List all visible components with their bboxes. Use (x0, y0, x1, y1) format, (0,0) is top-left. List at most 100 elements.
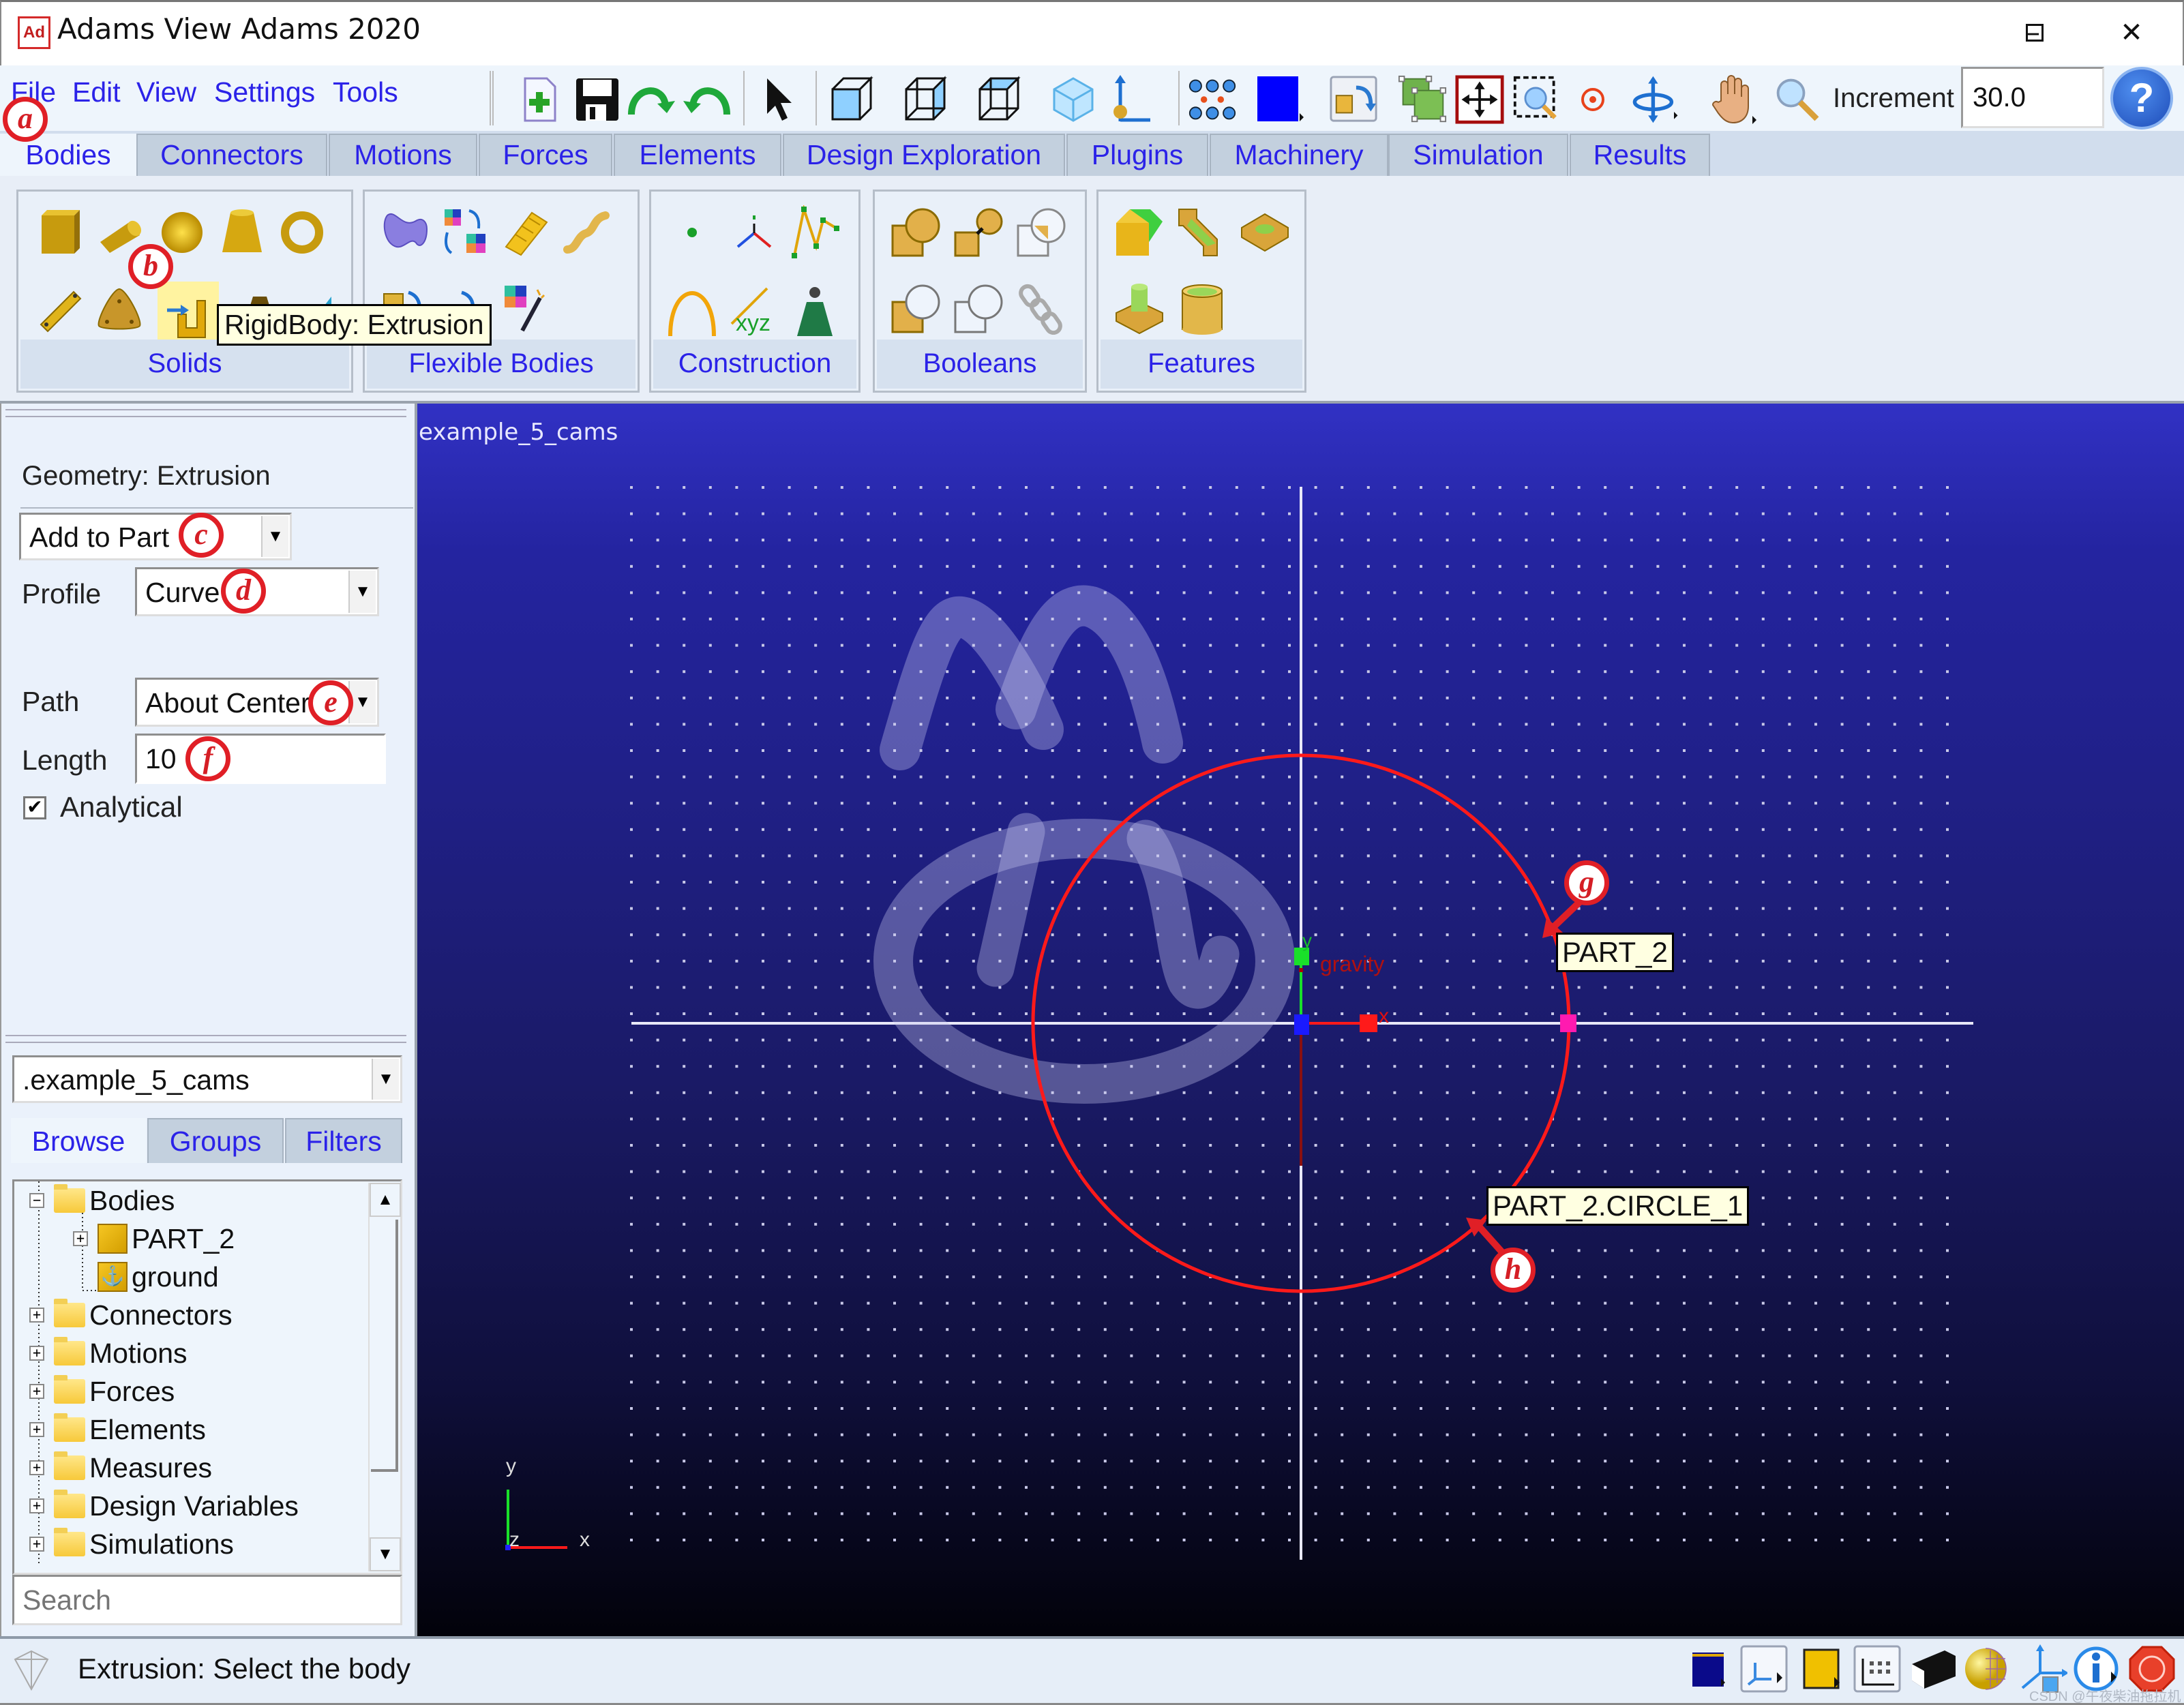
grid-icon[interactable] (1188, 75, 1237, 124)
pan-icon[interactable] (1710, 75, 1759, 124)
marker-icon[interactable] (728, 205, 782, 260)
tab-plugins[interactable]: Plugins (1066, 134, 1208, 176)
redo-icon[interactable] (682, 75, 731, 124)
rotate-icon[interactable] (1631, 75, 1680, 124)
tree-item-ground[interactable]: ⚓ ground (98, 1258, 219, 1296)
flex-beam-icon[interactable] (560, 205, 614, 260)
expand-icon[interactable]: + (29, 1460, 44, 1475)
search-input[interactable] (12, 1575, 402, 1625)
tree-item-measures[interactable]: + Measures (29, 1449, 212, 1487)
scroll-up-icon[interactable]: ▲ (370, 1183, 401, 1217)
iso-view-icon[interactable] (1049, 75, 1098, 124)
right-view-icon[interactable] (903, 75, 952, 124)
chevron-down-icon[interactable]: ▼ (372, 1059, 399, 1100)
zoom-icon[interactable] (1773, 75, 1822, 124)
tree-item-bodies[interactable]: − Bodies (29, 1181, 175, 1220)
analytical-checkbox[interactable]: ✔ (23, 796, 46, 819)
toggle-icons-icon[interactable] (1330, 75, 1379, 124)
new-model-icon[interactable] (515, 75, 565, 124)
merge-icon[interactable] (951, 205, 1006, 260)
shading-icon[interactable] (1961, 1644, 2010, 1693)
render-mode-icon[interactable] (1256, 75, 1305, 124)
object-color-icon[interactable] (1797, 1644, 1846, 1693)
viewport[interactable] (417, 404, 2184, 1636)
help-button[interactable]: ? (2110, 67, 2173, 130)
tree-item-motions[interactable]: + Motions (29, 1334, 188, 1372)
minimize-hit[interactable] (1986, 7, 2081, 59)
tab-elements[interactable]: Elements (614, 134, 781, 176)
expand-icon[interactable]: + (29, 1308, 44, 1323)
save-icon[interactable] (573, 75, 622, 124)
coordinate-system-icon[interactable] (1107, 75, 1156, 124)
tab-simulation[interactable]: Simulation (1388, 134, 1568, 176)
torus-icon[interactable] (275, 205, 329, 260)
link-icon[interactable] (32, 282, 87, 336)
tree-item-design-variables[interactable]: + Design Variables (29, 1487, 299, 1525)
top-view-icon[interactable] (976, 75, 1026, 124)
tree-item-forces[interactable]: + Forces (29, 1372, 175, 1410)
frustum-icon[interactable] (215, 205, 269, 260)
tab-groups[interactable]: Groups (147, 1118, 284, 1163)
expand-icon[interactable]: + (29, 1537, 44, 1552)
hollow-icon[interactable] (1175, 282, 1229, 336)
tree-item-elements[interactable]: + Elements (29, 1410, 206, 1449)
coordinate-window-icon[interactable] (1740, 1644, 1789, 1693)
fillet-icon[interactable] (1175, 205, 1229, 260)
tab-motions[interactable]: Motions (329, 134, 477, 176)
chain-link-icon[interactable] (1014, 282, 1068, 336)
box-icon[interactable] (32, 205, 87, 260)
menu-tools[interactable]: Tools (333, 76, 398, 108)
tree-scrollbar[interactable]: ▲ ▼ (368, 1183, 401, 1571)
tab-machinery[interactable]: Machinery (1210, 134, 1388, 176)
fit-all-icon[interactable] (1455, 75, 1504, 124)
length-input[interactable] (135, 734, 386, 784)
collapse-icon[interactable]: − (29, 1193, 44, 1208)
background-color-icon[interactable] (1684, 1644, 1733, 1693)
close-button[interactable]: ✕ (2084, 7, 2179, 59)
expand-icon[interactable]: + (29, 1422, 44, 1437)
menu-view[interactable]: View (136, 76, 196, 108)
panel-grip[interactable] (5, 409, 406, 417)
menu-settings[interactable]: Settings (214, 76, 315, 108)
spline-xyz-icon[interactable]: xyz (728, 284, 782, 339)
plate-icon[interactable] (92, 282, 147, 336)
intersect-icon[interactable] (1014, 205, 1068, 260)
tree-item-part-2[interactable]: + PART_2 (73, 1220, 235, 1258)
point-icon[interactable] (665, 205, 719, 260)
tab-browse[interactable]: Browse (11, 1118, 146, 1163)
flex-body-icon[interactable] (378, 205, 433, 260)
mode-dropdown[interactable]: Add to Part ▼ (19, 513, 292, 560)
model-dropdown[interactable]: .example_5_cams ▼ (12, 1055, 402, 1103)
expand-icon[interactable]: + (29, 1498, 44, 1513)
modal-icon[interactable] (498, 282, 553, 336)
front-view-icon[interactable] (829, 75, 878, 124)
scrollbar-thumb[interactable] (371, 1220, 398, 1472)
tab-design-exploration[interactable]: Design Exploration (783, 134, 1065, 176)
scroll-down-icon[interactable]: ▼ (370, 1537, 401, 1571)
browser-grip[interactable] (5, 1035, 406, 1043)
arc-icon[interactable] (665, 284, 719, 339)
tree-item-simulations[interactable]: + Simulations (29, 1525, 234, 1563)
chain-icon[interactable] (788, 284, 842, 339)
fit-selection-icon[interactable] (1398, 75, 1447, 124)
expand-icon[interactable]: + (29, 1346, 44, 1361)
menu-edit[interactable]: Edit (72, 76, 121, 108)
increment-input[interactable] (1961, 67, 2104, 128)
polyline-icon[interactable] (788, 205, 842, 260)
toolbar-grip[interactable] (490, 71, 494, 125)
viewflex-icon[interactable] (498, 205, 553, 260)
union-icon[interactable] (888, 205, 943, 260)
undo-icon[interactable] (627, 75, 676, 124)
tab-forces[interactable]: Forces (479, 134, 612, 176)
center-icon[interactable] (1568, 75, 1617, 124)
expand-icon[interactable]: + (29, 1384, 44, 1399)
split-icon[interactable] (951, 282, 1006, 336)
expand-icon[interactable]: + (73, 1231, 88, 1246)
tab-filters[interactable]: Filters (285, 1118, 402, 1163)
rigid-to-flex-icon[interactable] (438, 205, 493, 260)
zoom-box-icon[interactable] (1512, 75, 1561, 124)
chevron-down-icon[interactable]: ▼ (348, 571, 376, 613)
tab-results[interactable]: Results (1570, 134, 1710, 176)
render-icon[interactable] (1909, 1644, 1958, 1693)
chamfer-icon[interactable] (1112, 205, 1167, 260)
